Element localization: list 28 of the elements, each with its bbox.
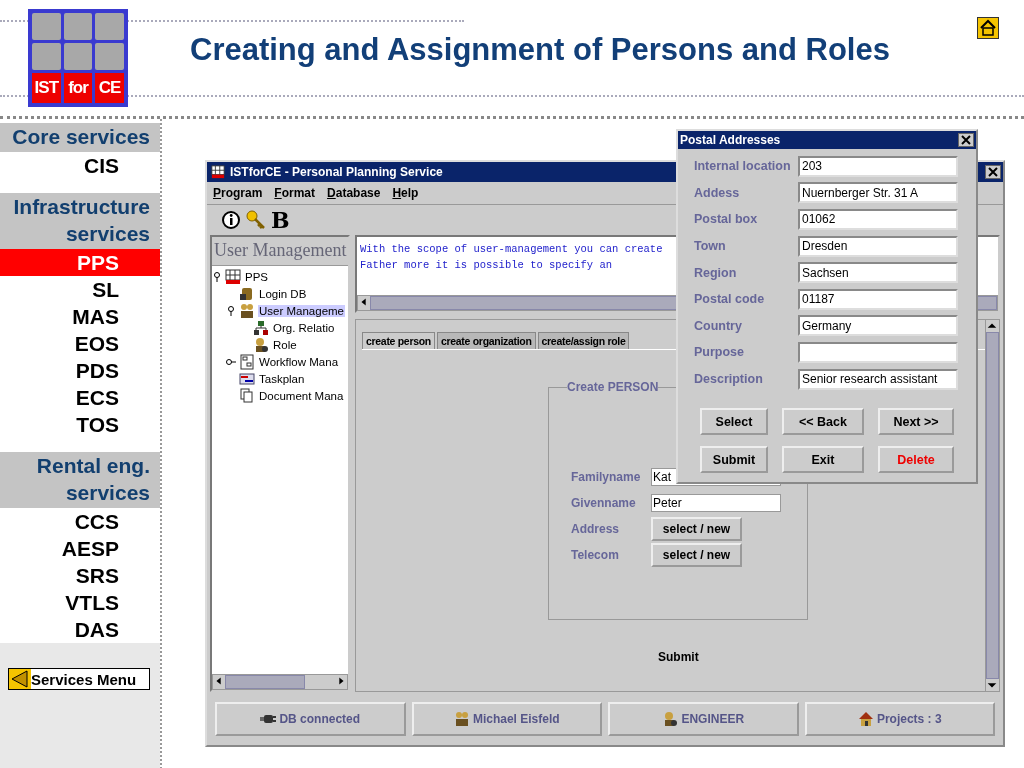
field-label: Postal code — [694, 292, 766, 307]
field-label: Familyname — [571, 470, 642, 484]
dialog-title: Postal Addresses — [680, 133, 781, 147]
group-title: Create PERSON — [567, 380, 659, 394]
window-title: ISTforCE - Personal Planning Service — [230, 165, 443, 179]
field-label: Addess — [694, 185, 741, 200]
status-text: DB connected — [279, 712, 361, 726]
field-label: Description — [694, 372, 764, 387]
field-label: Region — [694, 265, 738, 280]
field-label: Postal box — [694, 212, 759, 227]
field-label: Internal location — [694, 159, 792, 174]
status-text: Projects : 3 — [876, 712, 942, 726]
field-label: Telecom — [571, 548, 620, 562]
field-label: Address — [571, 522, 621, 536]
nav-group-title: Infrastructure services — [0, 193, 160, 249]
logo: IST for CE — [28, 9, 128, 107]
panel-title: User Management — [212, 237, 348, 266]
status-text: ENGINEER — [681, 712, 745, 726]
slide-title: Creating and Assignment of Persons and Roles — [190, 32, 890, 68]
info-text-line: With the scope of user-management you can create — [360, 242, 663, 257]
nav-group-title: Core services — [0, 123, 160, 152]
field-label: Givenname — [571, 496, 637, 510]
status-text: Michael Eisfeld — [472, 712, 560, 726]
nav-group-title: Rental eng. services — [0, 452, 160, 508]
field-label: Country — [694, 318, 743, 333]
field-label: Town — [694, 239, 727, 254]
field-label: Purpose — [694, 345, 745, 360]
info-text-line: Father more it is possible to specify an — [360, 258, 613, 273]
